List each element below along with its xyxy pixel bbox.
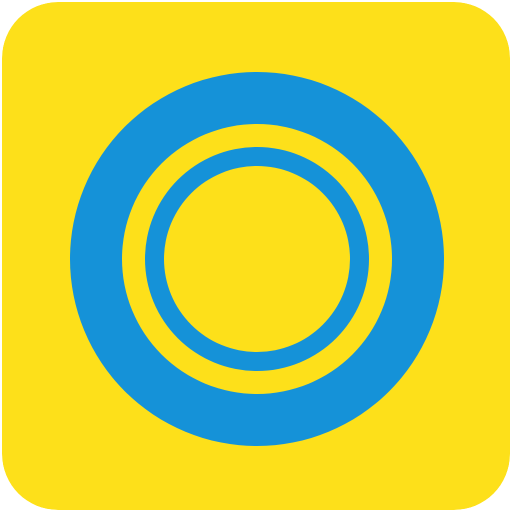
app-icon[interactable] (2, 2, 510, 510)
concentric-rings-icon (2, 2, 510, 510)
inner-center (164, 166, 350, 352)
app-icon-container (0, 0, 512, 512)
